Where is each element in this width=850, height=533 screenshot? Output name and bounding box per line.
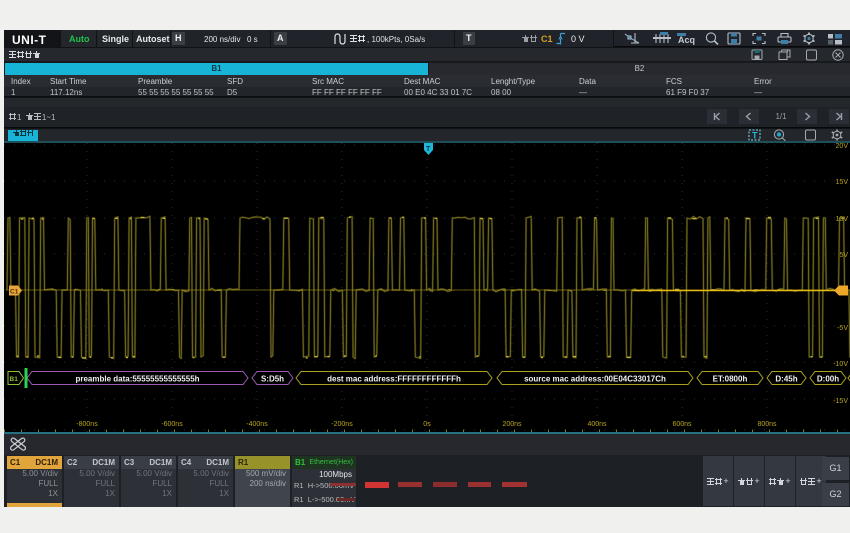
svg-text:10V: 10V (836, 216, 849, 223)
svg-text:20V: 20V (836, 143, 849, 150)
svg-text:400ns: 400ns (587, 421, 607, 428)
svg-text:D:45h: D:45h (775, 375, 797, 384)
svg-text:S:D5h: S:D5h (261, 375, 284, 384)
svg-text:15V: 15V (836, 179, 849, 186)
svg-text:C1: C1 (10, 289, 19, 296)
svg-text:-5V: -5V (837, 325, 848, 332)
svg-text:200ns: 200ns (502, 421, 522, 428)
svg-text:dest mac address:FFFFFFFFFFFFh: dest mac address:FFFFFFFFFFFFh (327, 375, 461, 384)
svg-text:-800ns: -800ns (76, 421, 98, 428)
svg-text:-400ns: -400ns (246, 421, 268, 428)
svg-text:800ns: 800ns (757, 421, 777, 428)
svg-text:600ns: 600ns (672, 421, 692, 428)
svg-text:B1: B1 (10, 376, 19, 383)
svg-text:T: T (752, 131, 758, 141)
svg-text:-10V: -10V (833, 361, 848, 368)
svg-text:Acq: Acq (678, 35, 695, 45)
svg-text:0s: 0s (423, 421, 431, 428)
svg-text:D:00h: D:00h (817, 375, 839, 384)
svg-text:source mac address:00E04C33017: source mac address:00E04C33017Ch (524, 375, 666, 384)
svg-text:-15V: -15V (833, 398, 848, 405)
svg-text:T: T (426, 146, 431, 153)
svg-text:ET:0800h: ET:0800h (713, 375, 748, 384)
svg-text:5V: 5V (839, 252, 848, 259)
svg-text:preamble data:55555555555555h: preamble data:55555555555555h (75, 375, 199, 384)
svg-text:-600ns: -600ns (161, 421, 183, 428)
svg-text:-200ns: -200ns (331, 421, 353, 428)
